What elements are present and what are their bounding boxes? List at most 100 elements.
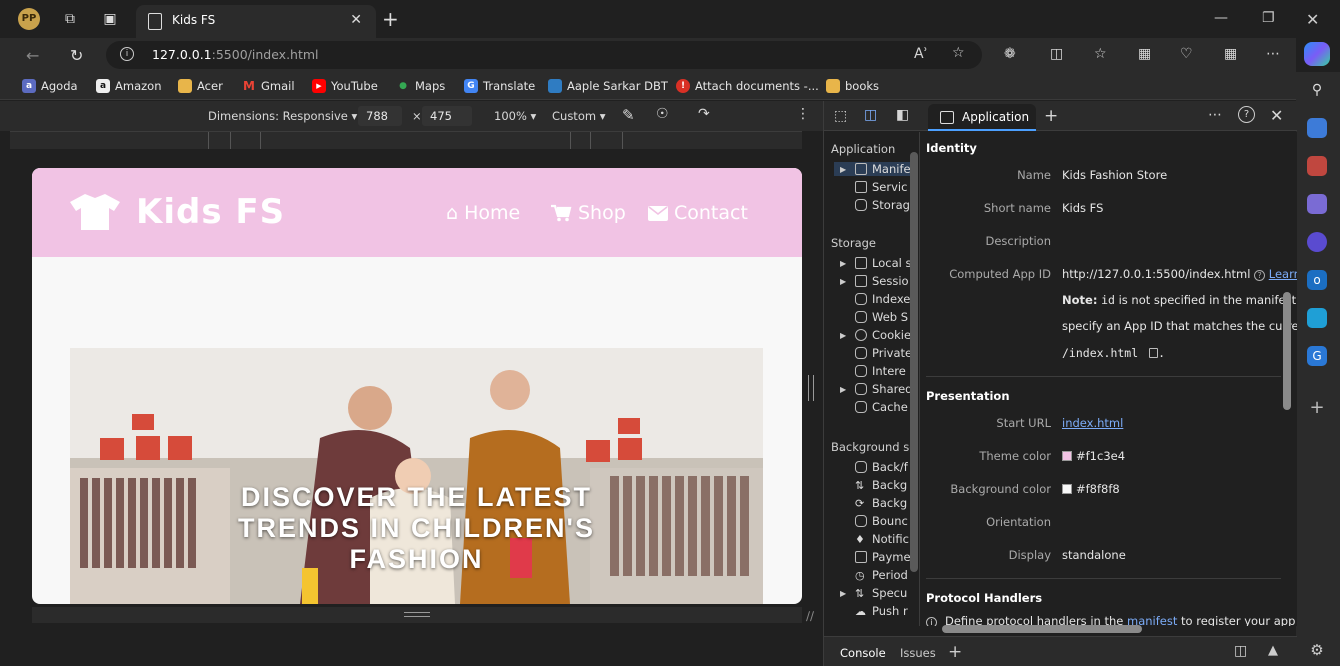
site-info-icon[interactable]: i: [120, 47, 134, 61]
add-tab-icon[interactable]: +: [1044, 106, 1058, 126]
theme-color-swatch[interactable]: [1062, 451, 1072, 461]
collections-icon[interactable]: ▦: [1138, 46, 1151, 62]
sidebar-scrollbar[interactable]: [910, 152, 918, 572]
profile-avatar[interactable]: PP: [18, 8, 40, 30]
sidebar-item-storage[interactable]: Storag: [840, 198, 910, 212]
sensor-icon[interactable]: ☉: [656, 106, 669, 122]
search-icon[interactable]: ⚲: [1307, 80, 1327, 100]
outlook-icon[interactable]: o: [1307, 270, 1327, 290]
tools-icon[interactable]: [1307, 156, 1327, 176]
add-drawer-tab-icon[interactable]: +: [948, 642, 962, 662]
bookmark-translate[interactable]: G Translate: [464, 77, 535, 95]
sidebar-item-private-state-tokens[interactable]: Private: [840, 346, 912, 360]
address-bar[interactable]: i 127.0.0.1:5500/index.html Aʾ ☆: [106, 41, 982, 69]
favorites-icon[interactable]: ☆: [1094, 46, 1107, 62]
more-icon[interactable]: ⋯: [1266, 46, 1280, 62]
horizontal-scrollbar[interactable]: [942, 625, 1142, 633]
sidebar-item-web-sql[interactable]: Web S: [840, 310, 908, 324]
extensions-icon[interactable]: ❁: [1004, 46, 1016, 62]
translator-icon[interactable]: G: [1307, 346, 1327, 366]
people-icon[interactable]: [1307, 194, 1327, 214]
rotate-icon[interactable]: ↷: [698, 106, 710, 122]
close-tab-icon[interactable]: ✕: [350, 12, 362, 28]
width-resize-handle[interactable]: [808, 375, 814, 401]
copilot-sidebar-icon[interactable]: [1307, 232, 1327, 252]
sidebar-item-shared-storage[interactable]: ▶ Shared: [840, 382, 913, 396]
device-more-icon[interactable]: ⋮: [796, 106, 810, 122]
background-color-swatch[interactable]: [1062, 484, 1072, 494]
copilot-icon[interactable]: [1304, 42, 1330, 66]
nav-home[interactable]: ⌂ Home: [446, 202, 520, 224]
bookmark-books[interactable]: books: [826, 77, 879, 95]
refresh-icon[interactable]: ↻: [70, 46, 83, 65]
inspect-icon[interactable]: ⬚: [834, 108, 847, 124]
sidebar-item-manifest[interactable]: ▶ Manife: [834, 162, 914, 176]
sidebar-item-background-sync[interactable]: ⟳ Backg: [840, 496, 907, 510]
sidebar-item-periodic-sync[interactable]: ◷ Period: [840, 568, 908, 582]
width-input[interactable]: 788: [358, 106, 402, 126]
send-icon[interactable]: [1307, 308, 1327, 328]
sidebar-item-service-workers[interactable]: Servic: [840, 180, 907, 194]
tab-issues[interactable]: Issues: [900, 646, 936, 660]
minimize-button[interactable]: —: [1214, 10, 1228, 26]
dock-icon[interactable]: ◧: [896, 107, 909, 123]
bookmark-aaple-sarkar[interactable]: Aaple Sarkar DBT: [548, 77, 668, 95]
height-input[interactable]: 475: [422, 106, 472, 126]
back-icon[interactable]: ←: [26, 46, 39, 65]
sidebar-item-cache-storage[interactable]: Cache: [840, 400, 908, 414]
site-logo[interactable]: Kids FS: [68, 192, 285, 232]
bookmark-acer[interactable]: Acer: [178, 77, 223, 95]
height-resize-handle[interactable]: [32, 607, 802, 623]
close-window-button[interactable]: ✕: [1306, 10, 1319, 29]
eyedropper-icon[interactable]: ✎: [622, 106, 635, 124]
zoom-select[interactable]: 100% ▾: [494, 109, 536, 123]
sidebar-item-indexeddb[interactable]: Indexe: [840, 292, 910, 306]
read-aloud-icon[interactable]: Aʾ: [914, 46, 928, 62]
new-tab-button[interactable]: +: [382, 7, 399, 31]
details-scrollbar[interactable]: [1283, 292, 1291, 410]
sidebar-item-interest-groups[interactable]: Intere: [840, 364, 906, 378]
sidebar-item-cookies[interactable]: ▶ Cookie: [840, 328, 911, 342]
expand-drawer-icon[interactable]: ▲: [1268, 643, 1278, 658]
settings-gear-icon[interactable]: ⚙: [1307, 640, 1327, 660]
bookmark-youtube[interactable]: ▶ YouTube: [312, 77, 378, 95]
start-url-link[interactable]: index.html: [1062, 416, 1123, 430]
device-emulation-icon[interactable]: ◫: [864, 107, 877, 123]
nav-contact[interactable]: Contact: [648, 202, 748, 224]
browser-essentials-icon[interactable]: ♡: [1180, 46, 1193, 62]
dimensions-select[interactable]: Dimensions: Responsive ▾: [208, 109, 357, 123]
shopping-tag-icon[interactable]: [1307, 118, 1327, 138]
bookmark-maps[interactable]: ● Maps: [396, 77, 445, 95]
copy-icon[interactable]: [1149, 348, 1159, 358]
tab-actions-icon[interactable]: ▣: [100, 9, 120, 29]
throttle-select[interactable]: Custom ▾: [552, 109, 606, 123]
browser-tab[interactable]: Kids FS ✕: [136, 5, 376, 38]
devtools-more-icon[interactable]: ⋯: [1208, 107, 1222, 123]
sidebar-item-bounce-tracking[interactable]: Bounc: [840, 514, 908, 528]
sidebar-item-back-forward-cache[interactable]: Back/f: [840, 460, 908, 474]
bookmark-amazon[interactable]: a Amazon: [96, 77, 161, 95]
corner-resize-handle[interactable]: ∕∕: [806, 609, 814, 623]
sidebar-item-push-messaging[interactable]: ☁ Push r: [840, 604, 908, 618]
apps-icon[interactable]: ▦: [1224, 46, 1237, 62]
help-circle-icon[interactable]: ?: [1254, 270, 1266, 281]
tab-console[interactable]: Console: [840, 646, 886, 660]
close-devtools-icon[interactable]: ✕: [1270, 106, 1283, 125]
add-sidebar-icon[interactable]: +: [1307, 398, 1327, 418]
sidebar-item-session-storage[interactable]: ▶ Sessio: [840, 274, 909, 288]
favorite-star-icon[interactable]: ☆: [952, 45, 965, 61]
workspaces-icon[interactable]: ⧉: [60, 9, 80, 29]
nav-shop[interactable]: Shop: [550, 202, 626, 224]
tab-application[interactable]: Application: [928, 104, 1036, 131]
url-text[interactable]: 127.0.0.1:5500/index.html: [152, 47, 319, 62]
learn-more-link[interactable]: Learn: [1269, 267, 1297, 281]
sidebar-item-local-storage[interactable]: ▶ Local s: [840, 256, 911, 270]
sidebar-item-speculative-loads[interactable]: ▶ ⇅ Specu: [840, 586, 907, 600]
restore-button[interactable]: ❐: [1262, 10, 1275, 26]
sidebar-item-payment-handler[interactable]: Payme: [840, 550, 911, 564]
bookmark-attach-documents[interactable]: ! Attach documents -...: [676, 77, 819, 95]
bookmark-agoda[interactable]: a Agoda: [22, 77, 78, 95]
bookmark-gmail[interactable]: M Gmail: [242, 77, 295, 95]
sidebar-item-background-fetch[interactable]: ⇅ Backg: [840, 478, 907, 492]
dock-drawer-icon[interactable]: ◫: [1234, 643, 1247, 659]
